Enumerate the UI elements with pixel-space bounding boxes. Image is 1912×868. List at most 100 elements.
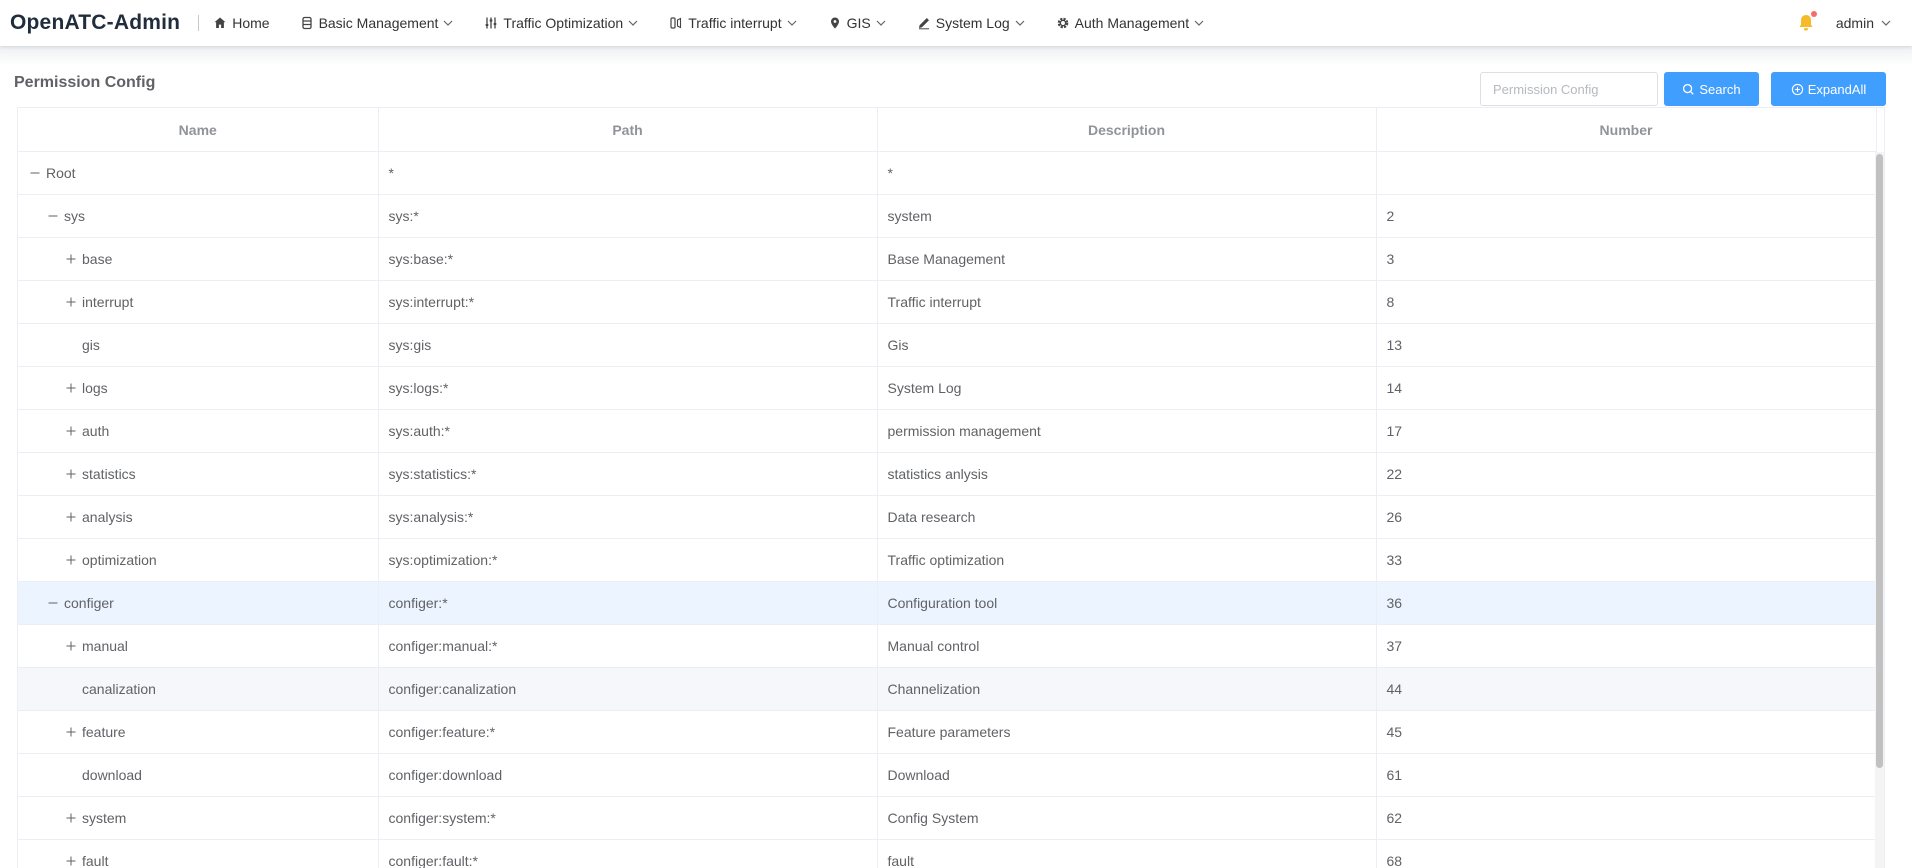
cell-name: canalization [18,667,379,711]
tree-node-label: manual [82,638,128,654]
cell-path: sys:* [378,194,878,238]
cell-description: Base Management [877,237,1377,281]
expand-all-button[interactable]: ExpandAll [1771,72,1886,106]
nav-item-gis[interactable]: GIS [828,0,887,46]
cell-path: sys:logs:* [378,366,878,410]
cell-description: Configuration tool [877,581,1377,625]
user-name: admin [1835,15,1874,31]
search-button[interactable]: Search [1664,72,1759,106]
cell-number: 36 [1376,581,1877,625]
cell-path: sys:statistics:* [378,452,878,496]
edit-icon [917,16,931,30]
cell-name: logs [18,366,379,410]
cell-description: fault [877,839,1377,868]
collapse-minus-icon[interactable] [46,596,60,610]
cell-description: System Log [877,366,1377,410]
chevron-down-icon [1193,17,1205,29]
chevron-down-icon [786,17,798,29]
table-row[interactable]: logs sys:logs:* System Log 14 [18,366,1877,410]
nav-item-auth-management[interactable]: Auth Management [1056,0,1205,46]
expand-plus-icon[interactable] [64,725,78,739]
cell-name: Root [18,151,379,195]
table-row[interactable]: configer configer:* Configuration tool 36 [18,581,1877,625]
user-menu[interactable]: admin [1836,15,1892,31]
table-row[interactable]: base sys:base:* Base Management 3 [18,237,1877,281]
expand-plus-icon[interactable] [64,854,78,868]
expand-plus-icon[interactable] [64,381,78,395]
notification-bell-icon[interactable] [1796,11,1817,33]
search-input[interactable] [1480,72,1658,106]
table-row[interactable]: Root * * [18,151,1877,195]
cell-description: Config System [877,796,1377,840]
nav-item-traffic-optimization[interactable]: Traffic Optimization [484,0,639,46]
cell-description: statistics anlysis [877,452,1377,496]
table-body: Root * * sys sys:* system 2 base sys:base:* Base … [18,151,1877,868]
table-row[interactable]: interrupt sys:interrupt:* Traffic interrup… [18,280,1877,324]
expand-plus-icon[interactable] [64,252,78,266]
nav-item-home[interactable]: Home [213,0,270,46]
page-title: Permission Config [14,74,156,91]
cell-name: analysis [18,495,379,539]
scrollbar-thumb[interactable] [1876,154,1883,768]
tree-node-label: auth [82,423,110,439]
chevron-down-icon [1014,17,1026,29]
table-row[interactable]: fault configer:fault:* fault 68 [18,839,1877,868]
cell-description: Manual control [877,624,1377,668]
cell-name: sys [18,194,379,238]
cell-description: Traffic interrupt [877,280,1377,324]
cell-description: Traffic optimization [877,538,1377,582]
table-row[interactable]: optimization sys:optimization:* Traffic op… [18,538,1877,582]
cell-name: manual [18,624,379,668]
tree-node-label: analysis [82,509,133,525]
nav-item-traffic-interrupt[interactable]: Traffic interrupt [669,0,797,46]
cell-path: sys:gis [378,323,878,367]
nav-item-basic-management[interactable]: Basic Management [300,0,455,46]
logo-divider [198,15,200,31]
table-row[interactable]: canalization configer:canalization Channel… [18,667,1877,711]
cell-path: configer:canalization [378,667,878,711]
collapse-minus-icon[interactable] [28,166,42,180]
cell-number: 62 [1376,796,1877,840]
cell-path: configer:system:* [378,796,878,840]
table-row[interactable]: analysis sys:analysis:* Data research 26 [18,495,1877,539]
cell-number [1376,151,1877,195]
cell-number: 37 [1376,624,1877,668]
expand-plus-icon[interactable] [64,510,78,524]
expand-plus-icon[interactable] [64,467,78,481]
cell-path: configer:fault:* [378,839,878,868]
table-row[interactable]: statistics sys:statistics:* statistics anl… [18,452,1877,496]
nav-item-label: Traffic interrupt [688,15,782,31]
cell-number: 45 [1376,710,1877,754]
column-header-description: Description [877,108,1377,152]
table-row[interactable]: gis sys:gis Gis 13 [18,323,1877,367]
nav-item-label: Basic Management [318,15,439,31]
cell-description: Feature parameters [877,710,1377,754]
home-icon [213,16,227,30]
tree-node-label: statistics [82,466,136,482]
tree-node-label: interrupt [82,294,134,310]
collapse-minus-icon[interactable] [46,209,60,223]
cell-name: interrupt [18,280,379,324]
table-row[interactable]: download configer:download Download 61 [18,753,1877,797]
cell-description: permission management [877,409,1377,453]
box-icon [300,16,314,30]
cell-number: 68 [1376,839,1877,868]
expand-plus-icon[interactable] [64,639,78,653]
expand-plus-icon[interactable] [64,295,78,309]
column-header-path: Path [378,108,878,152]
app-logo[interactable]: OpenATC-Admin [10,11,180,35]
cell-description: Download [877,753,1377,797]
table-row[interactable]: sys sys:* system 2 [18,194,1877,238]
table-row[interactable]: system configer:system:* Config System 62 [18,796,1877,840]
table-row[interactable]: auth sys:auth:* permission management 17 [18,409,1877,453]
nav-item-system-log[interactable]: System Log [917,0,1026,46]
cell-number: 2 [1376,194,1877,238]
cell-number: 26 [1376,495,1877,539]
table-scrollbar[interactable] [1875,152,1884,868]
expand-plus-icon[interactable] [64,553,78,567]
expand-plus-icon[interactable] [64,811,78,825]
table-row[interactable]: manual configer:manual:* Manual control 37 [18,624,1877,668]
expand-plus-icon[interactable] [64,424,78,438]
table-row[interactable]: feature configer:feature:* Feature paramet… [18,710,1877,754]
tree-node-label: fault [82,853,109,868]
